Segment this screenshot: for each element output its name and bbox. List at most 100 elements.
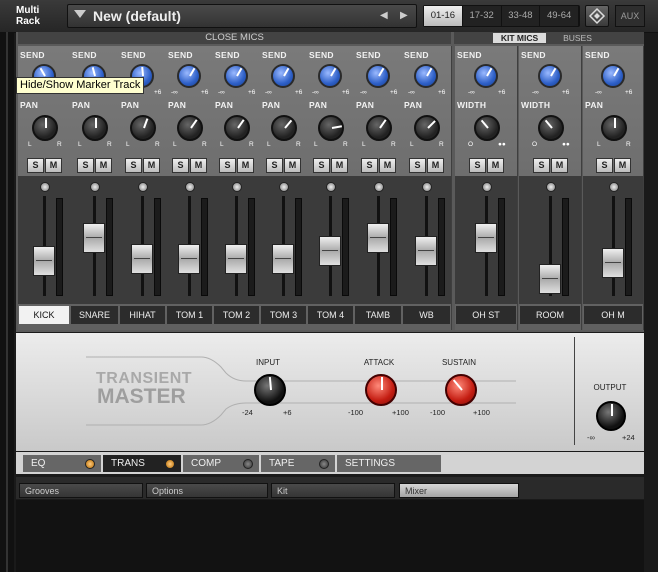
send-knob[interactable] [177, 64, 201, 88]
tab-comp[interactable]: COMP [183, 455, 259, 472]
fader-handle[interactable] [367, 223, 389, 253]
fader-handle[interactable] [539, 264, 561, 294]
send-knob[interactable] [414, 64, 438, 88]
tab-trans[interactable]: TRANS [103, 455, 181, 472]
mute-button[interactable]: M [45, 158, 62, 173]
mute-button[interactable]: M [284, 158, 301, 173]
tab-range-33-48[interactable]: 33-48 [502, 6, 541, 26]
mute-button[interactable]: M [379, 158, 396, 173]
channel-name[interactable]: KICK [19, 306, 69, 324]
mute-button[interactable]: M [237, 158, 254, 173]
solo-button[interactable]: S [219, 158, 236, 173]
mute-button[interactable]: M [143, 158, 160, 173]
tab-tape[interactable]: TAPE [261, 455, 335, 472]
fader-handle[interactable] [475, 223, 497, 253]
mute-button[interactable]: M [95, 158, 112, 173]
fader-handle[interactable] [131, 244, 153, 274]
solo-button[interactable]: S [361, 158, 378, 173]
channel-name[interactable]: TOM 1 [167, 306, 212, 324]
channel-name[interactable]: HIHAT [120, 306, 165, 324]
width-knob[interactable] [474, 115, 500, 141]
pan-knob[interactable] [366, 115, 392, 141]
sustain-knob[interactable] [445, 374, 477, 406]
solo-button[interactable]: S [409, 158, 426, 173]
pan-knob[interactable] [414, 115, 440, 141]
prev-preset-icon[interactable]: ◀ [380, 10, 388, 21]
output-knob[interactable] [596, 401, 626, 431]
fader-handle[interactable] [415, 236, 437, 266]
solo-button[interactable]: S [77, 158, 94, 173]
pan-knob[interactable] [318, 115, 344, 141]
tab-settings[interactable]: SETTINGS [337, 455, 441, 472]
eq-led-icon[interactable] [85, 459, 95, 469]
send-knob[interactable] [474, 64, 498, 88]
solo-button[interactable]: S [27, 158, 44, 173]
channel-name[interactable]: TOM 3 [261, 306, 306, 324]
kit-view-button[interactable] [585, 5, 609, 27]
channel-name[interactable]: TOM 2 [214, 306, 259, 324]
tab-options[interactable]: Options [146, 483, 268, 498]
channel-name[interactable]: ROOM [520, 306, 580, 324]
pan-knob[interactable] [271, 115, 297, 141]
tab-kit-mics[interactable]: KIT MICS [493, 33, 546, 43]
solo-button[interactable]: S [469, 158, 486, 173]
solo-button[interactable]: S [313, 158, 330, 173]
channel-name[interactable]: TOM 4 [308, 306, 353, 324]
mute-button[interactable]: M [487, 158, 504, 173]
fader-handle[interactable] [225, 244, 247, 274]
solo-button[interactable]: S [172, 158, 189, 173]
mute-button[interactable]: M [551, 158, 568, 173]
fader-handle[interactable] [602, 248, 624, 278]
tape-led-icon[interactable] [319, 459, 329, 469]
input-knob[interactable] [254, 374, 286, 406]
mute-button[interactable]: M [331, 158, 348, 173]
channel-name[interactable]: WB [403, 306, 450, 324]
mute-button[interactable]: M [614, 158, 631, 173]
channel-name[interactable]: OH M [584, 306, 642, 324]
pan-knob[interactable] [224, 115, 250, 141]
send-knob[interactable] [271, 64, 295, 88]
pan-knob[interactable] [601, 115, 627, 141]
pan-knob[interactable] [130, 115, 156, 141]
next-preset-icon[interactable]: ▶ [400, 10, 408, 21]
mute-button[interactable]: M [190, 158, 207, 173]
tab-kit[interactable]: Kit [271, 483, 395, 498]
channel-name[interactable]: SNARE [71, 306, 118, 324]
width-knob[interactable] [538, 115, 564, 141]
aux-button[interactable]: AUX [615, 5, 645, 27]
pan-knob[interactable] [177, 115, 203, 141]
channel-name[interactable]: TAMB [355, 306, 401, 324]
channel-name[interactable]: OH ST [456, 306, 516, 324]
fader-handle[interactable] [178, 244, 200, 274]
tab-range-17-32[interactable]: 17-32 [463, 6, 502, 26]
tab-range-49-64[interactable]: 49-64 [540, 6, 579, 26]
solo-button[interactable]: S [596, 158, 613, 173]
pan-knob[interactable] [82, 115, 108, 141]
tab-mixer[interactable]: Mixer [399, 483, 519, 498]
fader-handle[interactable] [319, 236, 341, 266]
attack-knob[interactable] [365, 374, 397, 406]
fader-handle[interactable] [272, 244, 294, 274]
mute-button[interactable]: M [427, 158, 444, 173]
solo-button[interactable]: S [266, 158, 283, 173]
solo-button[interactable]: S [533, 158, 550, 173]
send-knob[interactable] [601, 64, 625, 88]
trans-led-icon[interactable] [165, 459, 175, 469]
comp-led-icon[interactable] [243, 459, 253, 469]
tab-eq[interactable]: EQ [23, 455, 101, 472]
pan-knob[interactable] [32, 115, 58, 141]
solo-button[interactable]: S [125, 158, 142, 173]
preset-selector[interactable]: New (default) ◀ ▶ [67, 4, 417, 28]
send-label: SEND [168, 50, 193, 60]
tab-grooves[interactable]: Grooves [19, 483, 143, 498]
fader-handle[interactable] [33, 246, 55, 276]
chevron-down-icon[interactable] [74, 10, 86, 18]
tab-buses[interactable]: BUSES [555, 33, 600, 43]
send-knob[interactable] [224, 64, 248, 88]
send-knob[interactable] [318, 64, 342, 88]
send-knob[interactable] [366, 64, 390, 88]
multi-rack-label[interactable]: Multi Rack [16, 5, 60, 27]
tab-range-01-16[interactable]: 01-16 [424, 6, 463, 26]
send-knob[interactable] [538, 64, 562, 88]
fader-handle[interactable] [83, 223, 105, 253]
